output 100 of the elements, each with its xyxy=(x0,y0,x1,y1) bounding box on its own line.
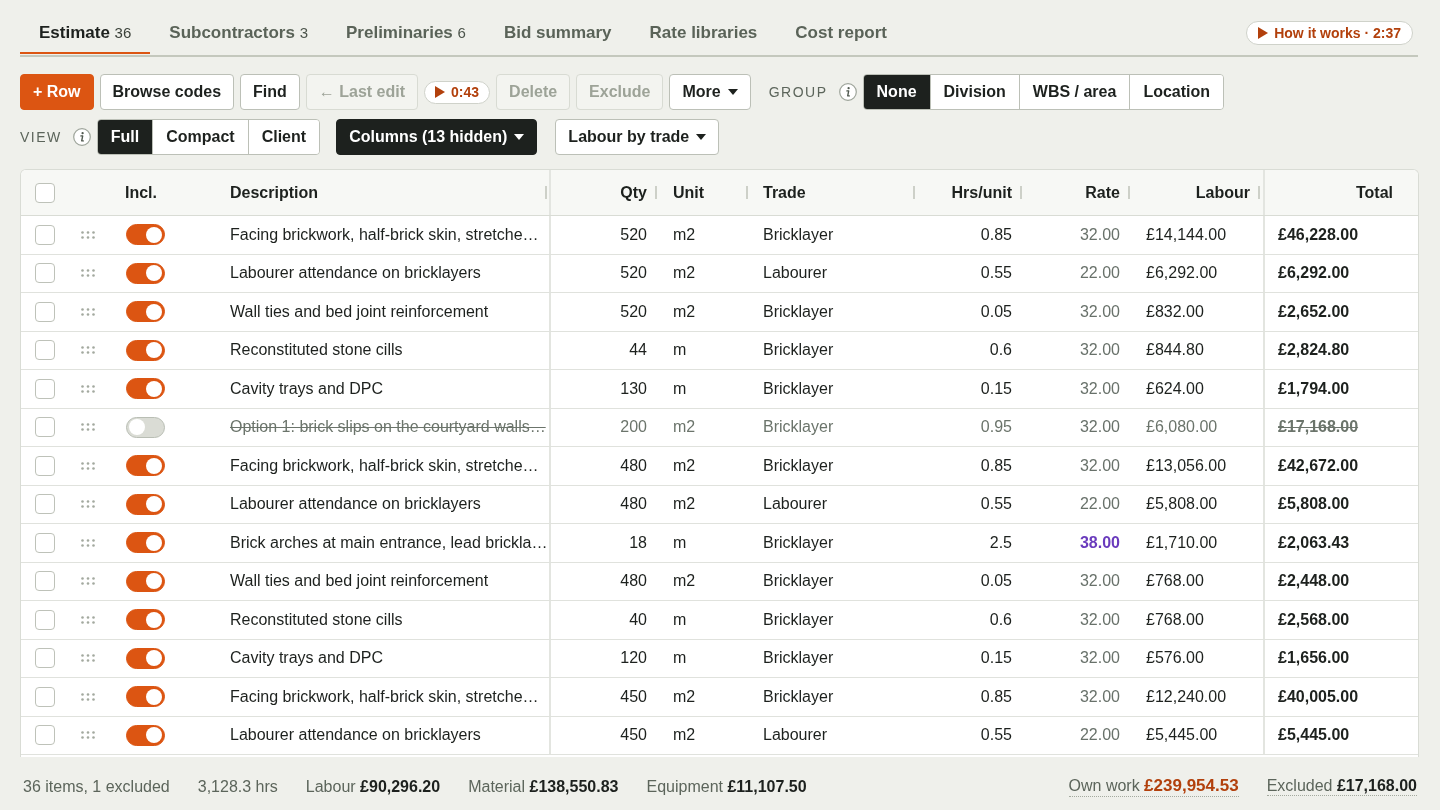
select-all-checkbox[interactable] xyxy=(34,182,55,203)
column-resize-handle[interactable] xyxy=(1258,186,1260,199)
row-checkbox[interactable] xyxy=(34,340,55,361)
drag-handle-icon[interactable] xyxy=(81,731,95,740)
segment-option[interactable]: Location xyxy=(1129,75,1224,109)
column-header[interactable]: Qty xyxy=(620,183,647,202)
column-resize-handle[interactable] xyxy=(655,186,657,199)
drag-handle-icon[interactable] xyxy=(81,500,95,509)
toggle-switch[interactable] xyxy=(126,262,165,284)
drag-handle-icon[interactable] xyxy=(81,307,95,316)
row-checkbox[interactable] xyxy=(34,686,55,707)
trade-text: Bricklayer xyxy=(763,341,834,360)
total-amount: £6,292.00 xyxy=(1278,264,1350,283)
toggle-switch[interactable] xyxy=(126,493,165,515)
drag-handle-icon[interactable] xyxy=(81,346,95,355)
timer-button[interactable]: 0:43 xyxy=(424,80,491,104)
drag-handle-icon[interactable] xyxy=(81,577,95,586)
column-header[interactable]: Unit xyxy=(673,183,705,202)
drag-handle-icon[interactable] xyxy=(81,384,95,393)
column-header[interactable]: Labour xyxy=(1195,183,1250,202)
segment-option[interactable]: Client xyxy=(247,120,320,154)
segment-option[interactable]: WBS / area xyxy=(1018,75,1130,109)
tab[interactable]: Estimate 36 xyxy=(20,23,151,54)
row-checkbox[interactable] xyxy=(34,494,55,515)
column-header[interactable]: Hrs/unit xyxy=(951,183,1012,202)
rate-value: 32.00 xyxy=(1079,418,1120,437)
toggle-switch[interactable] xyxy=(126,647,165,669)
caret-icon xyxy=(727,89,738,95)
tab[interactable]: Subcontractors 3 xyxy=(150,23,327,54)
labour-amount: £576.00 xyxy=(1146,649,1204,668)
labour-amount: £1,710.00 xyxy=(1146,533,1218,552)
segment-option[interactable]: Division xyxy=(929,75,1019,109)
column-header[interactable]: Total xyxy=(1355,183,1393,202)
segment-option[interactable]: None xyxy=(863,75,930,109)
column-resize-handle[interactable] xyxy=(545,186,547,199)
row-checkbox[interactable] xyxy=(34,725,55,746)
row-checkbox[interactable] xyxy=(34,648,55,669)
row-checkbox[interactable] xyxy=(34,455,55,476)
drag-handle-icon[interactable] xyxy=(81,654,95,663)
toolbar-button[interactable]: Browse codes xyxy=(99,74,235,110)
row-checkbox[interactable] xyxy=(34,224,55,245)
column-resize-handle[interactable] xyxy=(1128,186,1130,199)
column-header[interactable]: Trade xyxy=(763,183,806,202)
hours-per-unit-value: 0.85 xyxy=(980,225,1012,244)
status-total-link[interactable]: Excluded £17,168.00 xyxy=(1266,777,1417,796)
row-checkbox[interactable] xyxy=(34,532,55,553)
drag-handle-icon[interactable] xyxy=(81,461,95,470)
tab[interactable]: Bid summary xyxy=(484,23,631,54)
dropdown-button[interactable]: More xyxy=(669,74,751,110)
toggle-switch[interactable] xyxy=(126,339,165,361)
tab[interactable]: Preliminaries 6 xyxy=(327,23,485,54)
row-checkbox[interactable] xyxy=(34,571,55,592)
toggle-switch[interactable] xyxy=(126,570,165,592)
toggle-switch[interactable] xyxy=(126,416,165,438)
drag-handle-icon[interactable] xyxy=(81,538,95,547)
row-checkbox[interactable] xyxy=(34,609,55,630)
row-checkbox[interactable] xyxy=(34,263,55,284)
toggle-switch[interactable] xyxy=(126,609,165,631)
row-checkbox[interactable] xyxy=(34,301,55,322)
drag-handle-icon[interactable] xyxy=(81,230,95,239)
column-header[interactable]: Incl. xyxy=(125,183,157,202)
drag-handle-icon[interactable] xyxy=(81,615,95,624)
info-icon[interactable] xyxy=(838,83,857,101)
hours-per-unit-value: 0.6 xyxy=(989,341,1012,360)
dropdown-button[interactable]: Columns (13 hidden) xyxy=(336,119,538,155)
status-total-link[interactable]: Own work £239,954.53 xyxy=(1068,776,1239,797)
add-row-button[interactable]: + Row xyxy=(20,74,94,110)
toggle-switch[interactable] xyxy=(126,455,165,477)
segment-option[interactable]: Compact xyxy=(152,120,248,154)
toolbar-button[interactable]: Find xyxy=(240,74,300,110)
toggle-switch[interactable] xyxy=(126,724,165,746)
segment-option[interactable]: Full xyxy=(97,120,153,154)
drag-handle-icon[interactable] xyxy=(81,423,95,432)
toggle-switch[interactable] xyxy=(126,532,165,554)
status-summary: Equipment £11,107.50 xyxy=(646,777,807,796)
quantity-value: 44 xyxy=(629,341,647,360)
trade-text: Bricklayer xyxy=(763,225,834,244)
column-header[interactable]: Description xyxy=(230,183,318,202)
hours-per-unit-value: 0.85 xyxy=(980,456,1012,475)
tab[interactable]: Rate libraries xyxy=(630,23,777,54)
column-resize-handle[interactable] xyxy=(1020,186,1022,199)
info-icon[interactable] xyxy=(72,128,91,146)
row-checkbox[interactable] xyxy=(34,417,55,438)
quantity-value: 200 xyxy=(620,418,647,437)
row-checkbox[interactable] xyxy=(34,378,55,399)
column-header[interactable]: Rate xyxy=(1085,183,1120,202)
toggle-switch[interactable] xyxy=(126,686,165,708)
drag-handle-icon[interactable] xyxy=(81,692,95,701)
toggle-switch[interactable] xyxy=(126,378,165,400)
toggle-switch[interactable] xyxy=(126,301,165,323)
dropdown-button[interactable]: Labour by trade xyxy=(555,119,720,155)
hours-per-unit-value: 0.05 xyxy=(980,302,1012,321)
drag-handle-icon[interactable] xyxy=(81,269,95,278)
how-it-works-button[interactable]: How it works · 2:37 xyxy=(1246,21,1413,45)
tab[interactable]: Cost report xyxy=(776,23,906,54)
column-resize-handle[interactable] xyxy=(746,186,748,199)
column-resize-handle[interactable] xyxy=(913,186,915,199)
unit-text: m xyxy=(673,649,687,668)
toggle-switch[interactable] xyxy=(126,224,165,246)
labour-amount: £5,445.00 xyxy=(1146,726,1218,745)
